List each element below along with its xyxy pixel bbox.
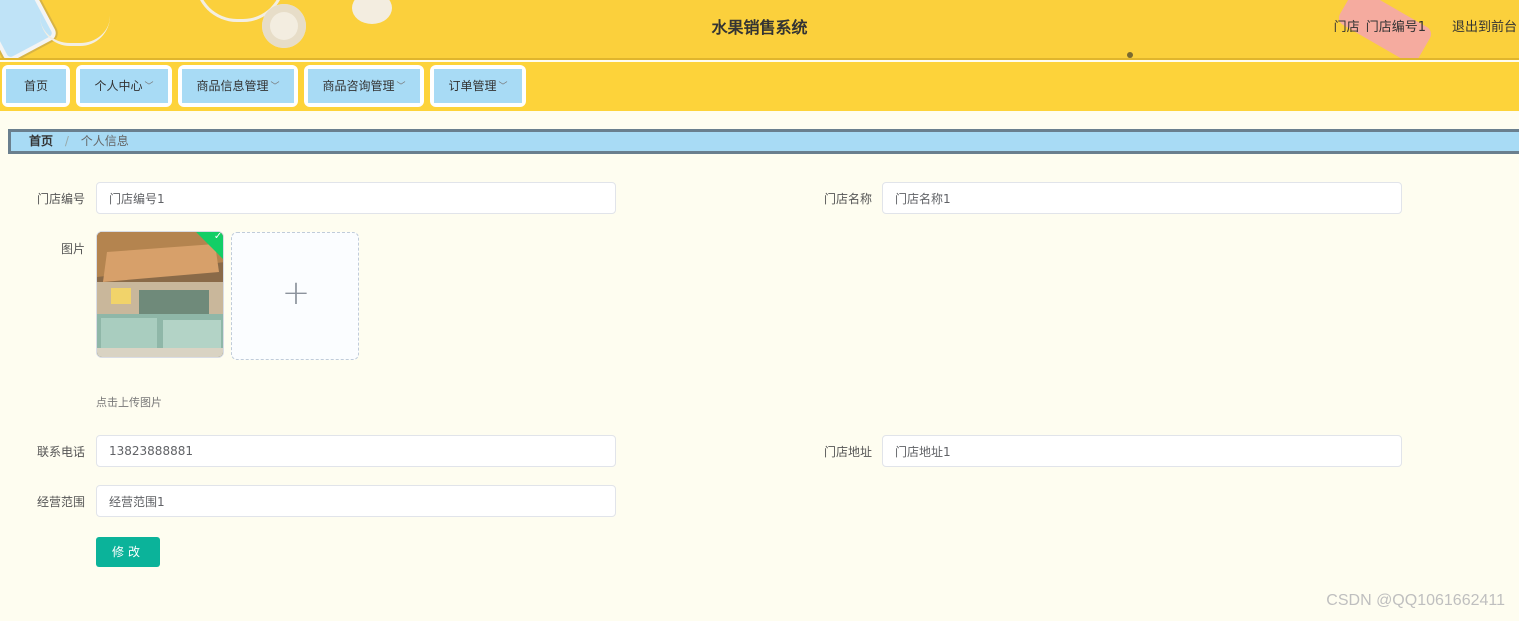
store-name-label: 门店名称	[823, 192, 872, 206]
nav-item-label: 订单管理	[448, 79, 497, 93]
breadcrumb-separator: /	[64, 134, 69, 148]
nav-item-label: 首页	[23, 79, 48, 93]
store-picture-thumbnail[interactable]: ✓	[96, 231, 224, 358]
nav-item-orders[interactable]: 订单管理 ﹀	[430, 65, 526, 107]
nav-bar: 首页 个人中心 ﹀ 商品信息管理 ﹀ 商品咨询管理 ﹀ 订单管理 ﹀	[0, 62, 1519, 111]
back-to-frontend-link[interactable]: 退出到前台	[1452, 16, 1517, 35]
store-no-label: 门店编号	[36, 192, 85, 206]
watermark: CSDN @QQ1061662411	[1326, 592, 1505, 609]
breadcrumb: 首页 / 个人信息	[8, 129, 1519, 154]
store-photo-image	[97, 232, 223, 357]
address-label: 门店地址	[823, 445, 872, 459]
store-no-input[interactable]	[96, 182, 616, 214]
plus-icon: +	[281, 273, 311, 313]
chevron-down-icon: ﹀	[144, 82, 154, 92]
nav-item-label: 商品信息管理	[196, 79, 269, 93]
upload-tip: 点击上传图片	[96, 396, 162, 409]
nav-item-product-info[interactable]: 商品信息管理 ﹀	[178, 65, 298, 107]
dot-decoration	[1127, 52, 1133, 58]
nav-item-product-consult[interactable]: 商品咨询管理 ﹀	[304, 65, 424, 107]
store-name-input[interactable]	[882, 182, 1402, 214]
chevron-down-icon: ﹀	[498, 82, 508, 92]
phone-label: 联系电话	[36, 445, 85, 459]
nav-item-label: 个人中心	[94, 79, 143, 93]
nav-item-home[interactable]: 首页	[2, 65, 70, 107]
user-role: 门店	[1333, 20, 1360, 35]
user-info: 门店 门店编号1	[1334, 16, 1428, 35]
modify-button[interactable]: 修改	[96, 537, 160, 567]
chevron-down-icon: ﹀	[270, 82, 280, 92]
app-header: 水果销售系统 门店 门店编号1 退出到前台	[0, 0, 1519, 60]
picture-label: 图片	[60, 242, 85, 256]
breadcrumb-home[interactable]: 首页	[29, 134, 53, 148]
scope-label: 经营范围	[36, 495, 85, 509]
chevron-down-icon: ﹀	[396, 82, 406, 92]
phone-input[interactable]	[96, 435, 616, 467]
user-name: 门店编号1	[1365, 20, 1426, 35]
picture-upload-button[interactable]: +	[231, 232, 359, 360]
nav-item-personal-center[interactable]: 个人中心 ﹀	[76, 65, 172, 107]
app-title: 水果销售系统	[711, 18, 808, 37]
check-icon: ✓	[213, 231, 223, 242]
address-input[interactable]	[882, 435, 1402, 467]
breadcrumb-current: 个人信息	[80, 134, 129, 148]
nav-item-label: 商品咨询管理	[322, 79, 395, 93]
scope-input[interactable]	[96, 485, 616, 517]
